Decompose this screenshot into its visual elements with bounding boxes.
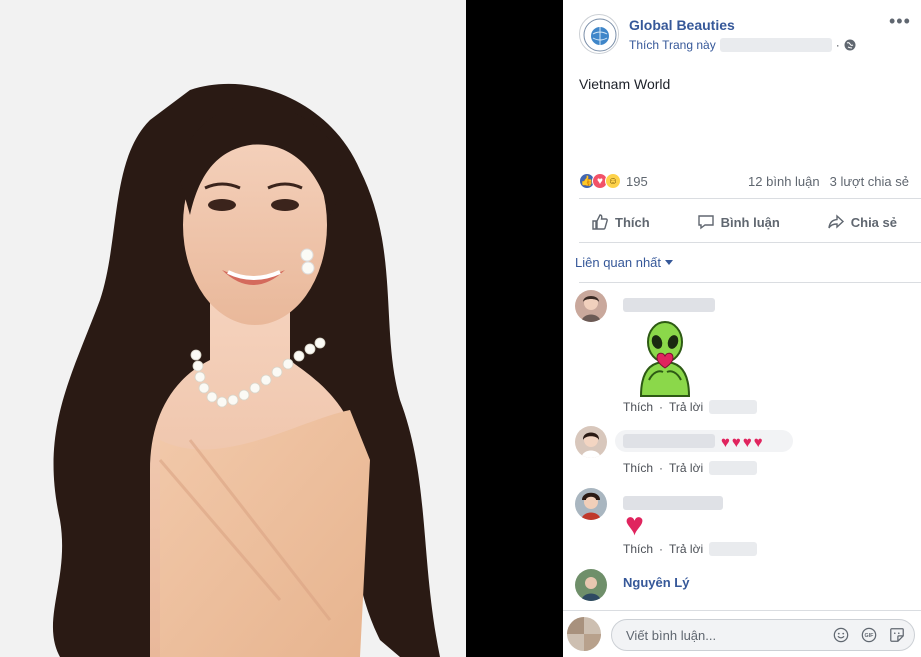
comment-like-link[interactable]: Thích — [623, 461, 653, 475]
comment-icon — [697, 215, 714, 230]
comment-sort-dropdown[interactable]: Liên quan nhất — [575, 255, 674, 270]
page-name[interactable]: Global Beauties — [629, 17, 735, 33]
wow-reaction-icon: ☺ — [605, 173, 621, 189]
more-icon[interactable]: ••• — [889, 12, 910, 30]
commenter-avatar[interactable] — [575, 290, 607, 322]
post-header: Global Beauties Thích Trang này · ••• — [579, 12, 910, 58]
comment-button[interactable]: Bình luận — [685, 206, 792, 238]
share-button[interactable]: Chia sẻ — [815, 206, 909, 238]
commenter-avatar[interactable] — [575, 488, 607, 520]
comment-reply-link[interactable]: Trả lời — [669, 400, 703, 414]
caret-down-icon — [665, 260, 674, 265]
blurred-timestamp — [709, 542, 758, 556]
photo-letterbox — [466, 0, 563, 657]
commenter-name[interactable]: Nguyên Lý — [623, 575, 689, 590]
heart-emoji: ♥ — [625, 506, 644, 542]
portrait-image — [0, 0, 466, 657]
blurred-timestamp — [719, 38, 832, 52]
globe-icon — [844, 39, 856, 51]
post-sidebar: Global Beauties Thích Trang này · ••• Vi… — [563, 0, 921, 657]
comment-like-link[interactable]: Thích — [623, 400, 653, 414]
divider — [579, 242, 921, 243]
commenter-avatar[interactable] — [575, 569, 607, 601]
reaction-count[interactable]: 195 — [626, 174, 648, 189]
share-icon — [828, 214, 844, 229]
divider — [579, 282, 921, 283]
blurred-timestamp — [709, 400, 758, 414]
user-avatar — [567, 617, 601, 651]
alien-sticker-icon — [639, 321, 691, 397]
comment-input[interactable]: Viết bình luận... GIF — [611, 619, 915, 651]
blurred-commenter-name — [623, 434, 715, 448]
like-button[interactable]: Thích — [579, 206, 662, 238]
divider — [579, 198, 921, 199]
blurred-timestamp — [709, 461, 758, 475]
comment-reply-link[interactable]: Trả lời — [669, 461, 703, 475]
reaction-summary[interactable]: 👍 ♥ ☺ 195 12 bình luận 3 lượt chia sẻ — [579, 172, 909, 190]
like-page-link[interactable]: Thích Trang này — [629, 38, 716, 52]
post-photo[interactable] — [0, 0, 466, 657]
sticker-icon[interactable] — [888, 626, 906, 644]
action-bar: Thích Bình luận Chia sẻ — [579, 205, 909, 239]
share-count[interactable]: 3 lượt chia sẻ — [830, 174, 909, 189]
comment-reply-link[interactable]: Trả lời — [669, 542, 703, 556]
page-avatar[interactable] — [579, 14, 619, 54]
comment-like-link[interactable]: Thích — [623, 542, 653, 556]
post-caption: Vietnam World — [579, 76, 671, 92]
svg-text:GIF: GIF — [865, 633, 875, 639]
comment-composer: Viết bình luận... GIF — [563, 610, 921, 657]
comment-count[interactable]: 12 bình luận — [748, 174, 820, 189]
emoji-icon[interactable] — [832, 626, 850, 644]
heart-emojis: ♥♥♥♥ — [721, 434, 765, 451]
commenter-avatar[interactable] — [575, 426, 607, 458]
blurred-commenter-name — [623, 298, 715, 312]
gif-icon[interactable]: GIF — [860, 626, 878, 644]
page-meta: Thích Trang này · — [629, 38, 856, 52]
like-icon — [592, 214, 608, 230]
